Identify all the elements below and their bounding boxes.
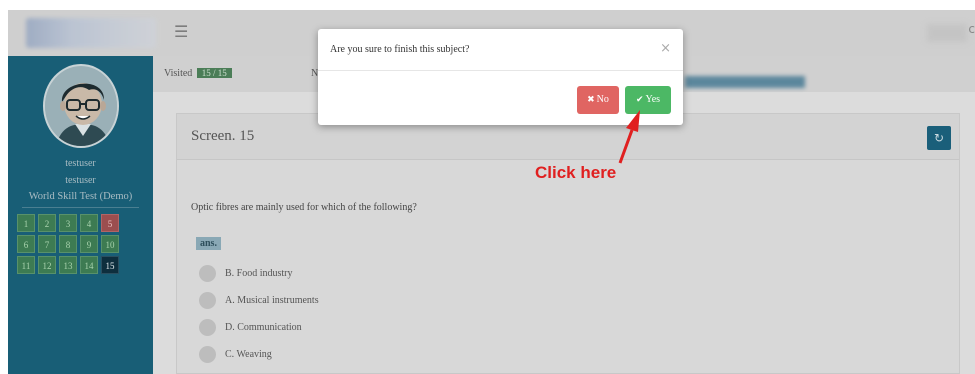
question-button[interactable]: 12 [38,256,56,274]
question-button[interactable]: 3 [59,214,77,232]
question-button[interactable]: 15 [101,256,119,274]
dialog-title: Are you sure to finish this subject? [330,44,470,55]
option-label: B. Food industry [225,268,293,279]
question-button[interactable]: 5 [101,214,119,232]
question-button[interactable]: 13 [59,256,77,274]
question-text: Optic fibres are mainly used for which o… [191,202,417,213]
question-button[interactable]: 2 [38,214,56,232]
radio-button[interactable] [199,319,216,336]
question-navigator: 1 2 3 4 5 6 7 8 9 10 11 12 13 14 15 [17,214,137,274]
avatar [43,64,119,148]
hamburger-icon[interactable]: ☰ [174,22,188,41]
progress-bar [685,76,805,88]
user-menu[interactable] [927,24,967,42]
username: testuser [65,158,96,169]
refresh-button[interactable]: ↻ [927,126,951,150]
question-button[interactable]: 6 [17,235,35,253]
click-here-annotation: Click here [535,163,617,182]
question-button[interactable]: 10 [101,235,119,253]
question-button[interactable]: 11 [17,256,35,274]
divider [22,207,139,208]
top-right-fragment: c [968,22,975,36]
question-button[interactable]: 7 [38,235,56,253]
question-panel: Screen. 15 ↻ Optic fibres are mainly use… [176,113,960,374]
close-icon[interactable]: × [660,41,671,56]
check-icon: ✔ [635,95,644,105]
no-label: No [596,94,609,105]
question-button[interactable]: 4 [80,214,98,232]
screen-title: Screen. 15 [191,128,255,144]
question-button[interactable]: 14 [80,256,98,274]
test-name: World Skill Test (Demo) [28,191,133,202]
option[interactable]: A. Musical instruments [199,287,319,314]
logo [26,18,156,48]
cross-icon: ✖ [587,95,595,105]
option-label: D. Communication [225,322,302,333]
option-label: C. Weaving [225,349,272,360]
option[interactable]: B. Food industry [199,260,319,287]
question-button[interactable]: 8 [59,235,77,253]
option-label: A. Musical instruments [225,295,319,306]
option[interactable]: D. Communication [199,314,319,341]
visited-status: Visited 15 / 15 [164,68,232,79]
options-list: B. Food industry A. Musical instruments … [199,260,319,368]
dialog-header: Are you sure to finish this subject? × [318,29,683,71]
radio-button[interactable] [199,346,216,363]
yes-label: Yes [645,94,661,105]
avatar-illustration [45,68,117,146]
refresh-icon: ↻ [933,131,945,145]
radio-button[interactable] [199,292,216,309]
confirm-dialog: Are you sure to finish this subject? × ✖… [318,29,683,125]
yes-button[interactable]: ✔ Yes [625,86,671,114]
username-secondary: testuser [65,175,96,186]
visited-count-badge: 15 / 15 [196,68,232,78]
option[interactable]: C. Weaving [199,341,319,368]
no-button[interactable]: ✖ No [577,86,619,114]
question-button[interactable]: 9 [80,235,98,253]
sidebar: testuser testuser World Skill Test (Demo… [8,56,153,374]
radio-button[interactable] [199,265,216,282]
visited-label: Visited [164,68,193,79]
question-button[interactable]: 1 [17,214,35,232]
answer-label: ans. [196,237,221,250]
